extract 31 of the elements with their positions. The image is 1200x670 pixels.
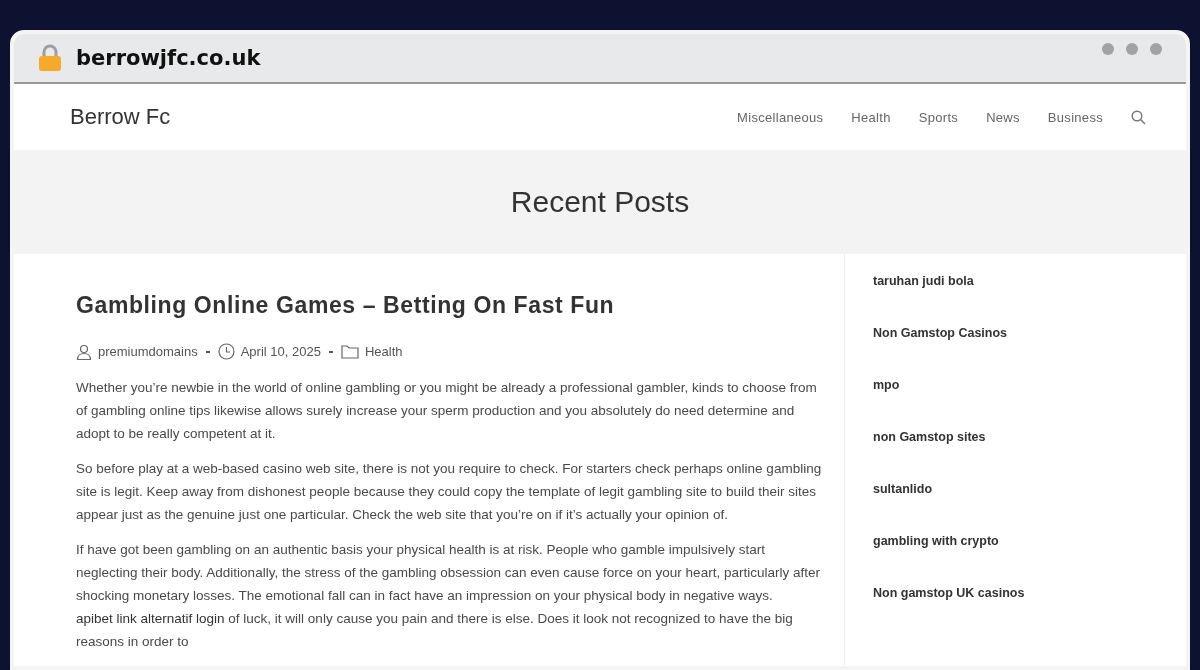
sidebar-link[interactable]: sultanlido (873, 482, 1025, 496)
sidebar-link[interactable]: Non gamstop UK casinos (873, 586, 1025, 600)
post-author[interactable]: premiumdomains (98, 344, 198, 359)
body-paragraph: So before play at a web-based casino web site, there is not you require to check. For starters check perhaps online gambling site is legit. Keep away from dishonest people because they could copy the template of legit gambling site to build their sites appear just as the genuine just one particular. Check the web site that you’re on if it’s actually your opinion of. (76, 460, 823, 524)
body-paragraph: Whether you’re newbie in the world of online gambling or you might be already a professional gambler, kinds to choose from of gambling online tips likewise allows surely increase your sperm production and you absolutely do need determine and adopt to be really competent at it. (76, 379, 818, 443)
folder-icon (340, 344, 359, 359)
sidebar-link[interactable]: Non Gamstop Casinos (873, 326, 1025, 340)
inline-link[interactable]: apibet link alternatif login (76, 611, 225, 626)
window-dot-icon (1102, 43, 1114, 55)
window-dot-icon (1126, 43, 1138, 55)
padlock-icon (38, 44, 62, 72)
window-dot-icon (1150, 43, 1162, 55)
body-paragraph: If have got been gambling on an authentic basis your physical health is at risk. People who gamble impulsively start neglecting their body. Additionally, the stress of the gambling obsession can even cause force on your heart, particularly after shocking monetary losses. The emotional fall can in fact have an impression on your physical body in negative ways. apibet link alternatif login of luck, it will only cause you pain and there is else. Does it look not recognized to have the big reasons in order to (76, 541, 821, 651)
post-date: April 10, 2025 (240, 344, 321, 359)
sidebar-link[interactable]: gambling with crypto (873, 534, 1025, 548)
post-category[interactable]: Health (364, 344, 403, 359)
sidebar-link[interactable]: taruhan judi bola (873, 274, 1025, 288)
nav-link[interactable]: Miscellaneous (737, 109, 824, 125)
site-title[interactable]: Berrow Fc (70, 104, 171, 130)
clock-icon (217, 343, 235, 360)
post-title[interactable]: Gambling Online Games – Betting On Fast Fun (76, 292, 828, 319)
sidebar-link[interactable]: non Gamstop sites (873, 430, 1025, 444)
nav-link[interactable]: News (986, 109, 1020, 125)
sidebar-link[interactable]: mpo (873, 378, 1025, 392)
url-text: berrowjfc.co.uk (76, 46, 261, 70)
search-icon[interactable] (1131, 109, 1146, 125)
nav-link[interactable]: Sports (918, 109, 959, 125)
nav-link[interactable]: Business (1047, 109, 1103, 125)
nav-link[interactable]: Health (851, 109, 891, 125)
user-icon (76, 343, 92, 360)
page-heading: Recent Posts (510, 185, 690, 219)
